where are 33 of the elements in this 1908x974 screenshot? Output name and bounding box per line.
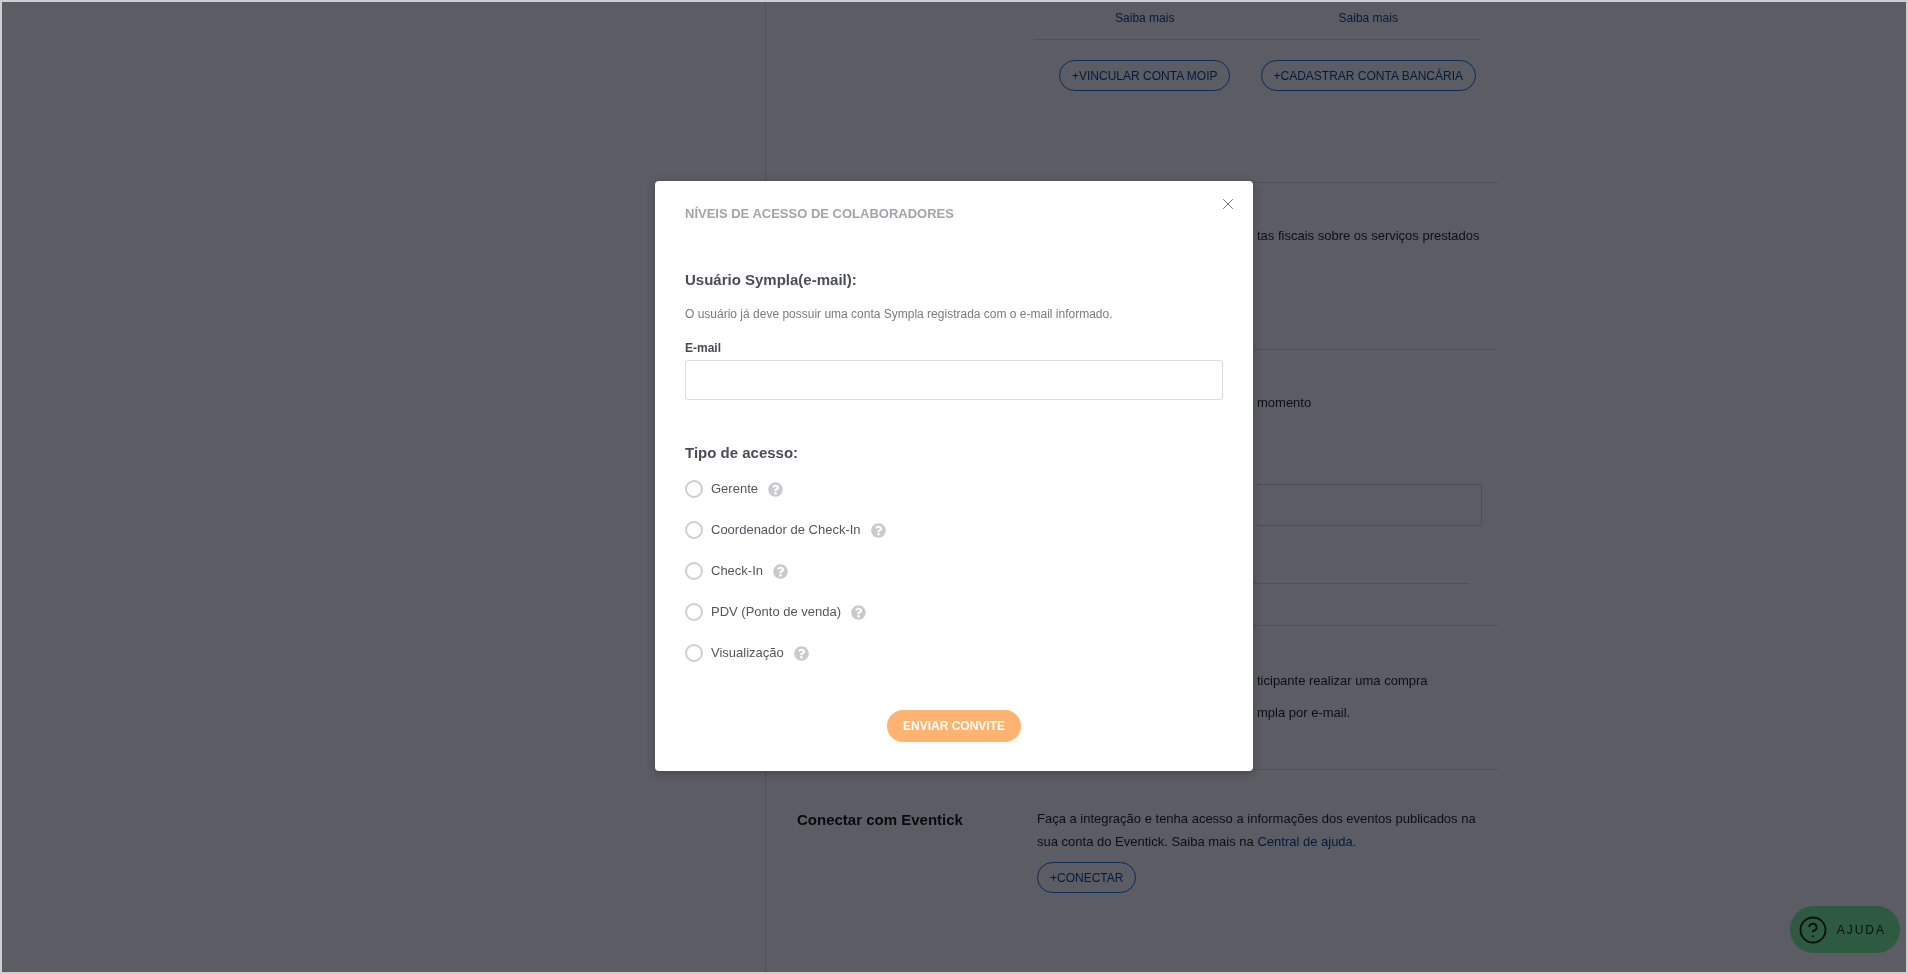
help-center-link[interactable]: Central de ajuda. (1257, 834, 1357, 849)
radio-button[interactable] (685, 562, 703, 580)
radio-button[interactable] (685, 521, 703, 539)
radio-label: Check-In (711, 562, 764, 580)
integration-description: Faça a integração e tenha acesso a informações dos eventos publicados na sua conta do Eventick. Saiba mais na Central de ajuda. (1037, 810, 1477, 851)
description-text: ticipante realizar uma compra (1257, 672, 1429, 690)
help-icon[interactable] (768, 481, 783, 497)
section-heading: Usuário Sympla(e-mail): (685, 270, 857, 290)
learn-more-link[interactable]: Saiba mais (1338, 9, 1398, 27)
section-heading: Tipo de acesso: (685, 443, 799, 463)
description-text: mpla por e-mail. (1257, 704, 1352, 722)
hint-text: O usuário já deve possuir uma conta Sympla registrada com o e-mail informado. (685, 306, 1113, 322)
help-icon (1797, 914, 1828, 945)
help-icon[interactable] (851, 604, 867, 620)
radio-button[interactable] (685, 480, 703, 498)
send-invite-button[interactable]: ENVIAR CONVITE (887, 710, 1021, 742)
radio-label: Coordenador de Check-In (711, 521, 861, 539)
help-icon[interactable] (773, 563, 789, 579)
help-icon[interactable] (793, 645, 809, 661)
description-text: tas fiscais sobre os serviços prestados (1257, 227, 1481, 245)
radio-button[interactable] (685, 644, 703, 662)
radio-label: PDV (Ponto de venda) (711, 603, 842, 621)
email-field[interactable] (685, 360, 1223, 400)
learn-more-link[interactable]: Saiba mais (1115, 9, 1175, 27)
help-icon[interactable] (870, 522, 886, 538)
description-text: momento (1257, 394, 1313, 412)
section-title: Conectar com Eventick (797, 810, 964, 830)
radio-button[interactable] (685, 603, 703, 621)
radio-label: Visualização (711, 644, 784, 662)
modal-title: NÍVEIS DE ACESSO DE COLABORADORES (685, 206, 954, 222)
field-label: E-mail (685, 340, 721, 356)
radio-label: Gerente (711, 480, 758, 498)
help-button[interactable]: AJUDA (1789, 906, 1900, 953)
